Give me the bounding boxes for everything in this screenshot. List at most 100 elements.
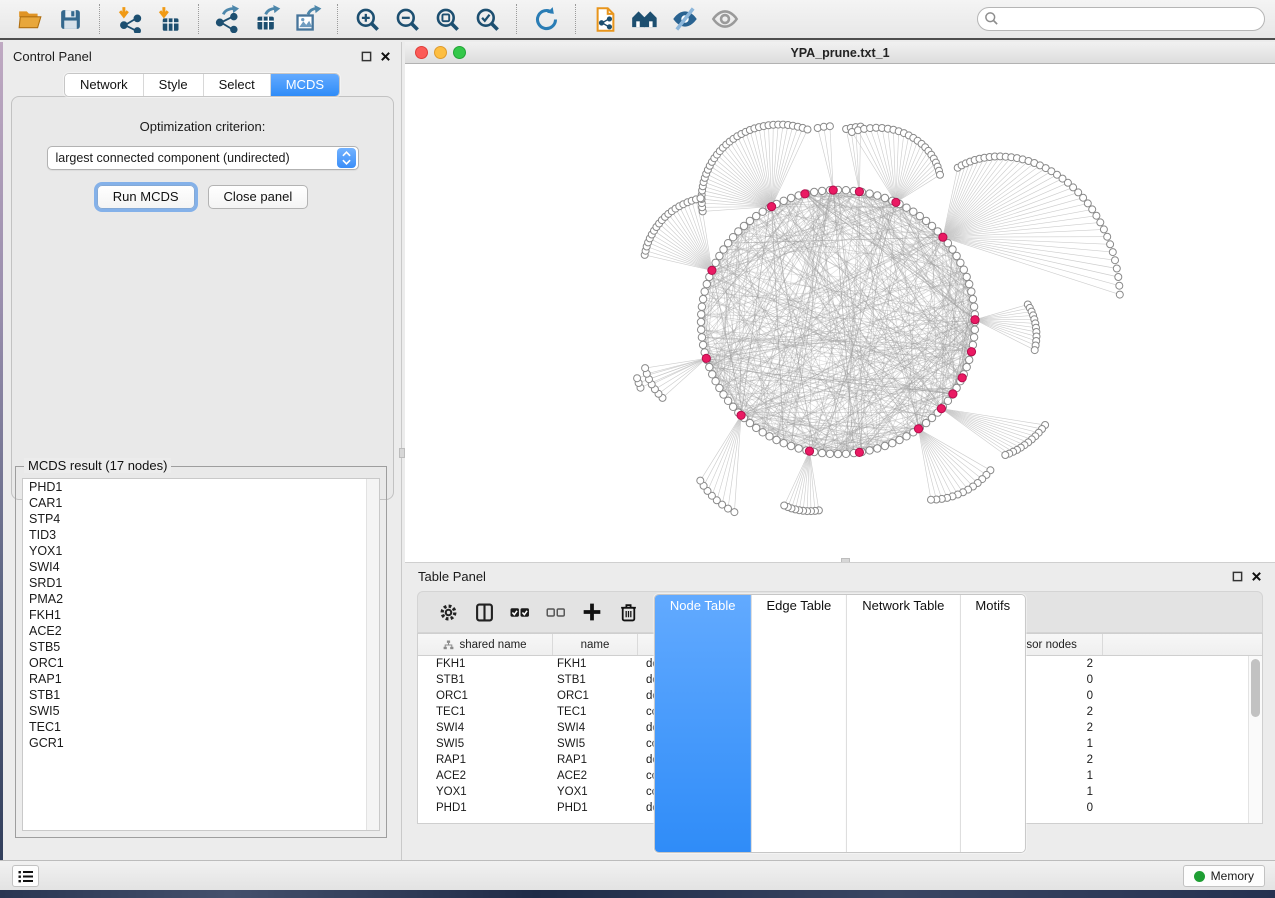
import-network-button[interactable] <box>109 2 149 36</box>
mcds-result-item[interactable]: PMA2 <box>23 591 379 607</box>
mcds-result-item[interactable]: CAR1 <box>23 495 379 511</box>
mcds-result-item[interactable]: TEC1 <box>23 719 379 735</box>
mcds-result-item[interactable]: SWI5 <box>23 703 379 719</box>
close-traffic-light[interactable] <box>415 46 428 59</box>
show-selection-button[interactable] <box>705 2 745 36</box>
hide-selection-button[interactable] <box>665 2 705 36</box>
network-document-icon <box>592 6 619 33</box>
mcds-result-item[interactable]: ORC1 <box>23 655 379 671</box>
mcds-result-item[interactable]: PHD1 <box>23 479 379 495</box>
network-canvas[interactable] <box>405 64 1275 562</box>
houses-icon <box>631 5 659 33</box>
unchecked-boxes-icon <box>545 603 567 622</box>
main-toolbar <box>0 0 1275 40</box>
mcds-result-list[interactable]: PHD1CAR1STP4TID3YOX1SWI4SRD1PMA2FKH1ACE2… <box>22 478 380 831</box>
task-history-button[interactable] <box>12 865 39 887</box>
mcds-result-item[interactable]: STP4 <box>23 511 379 527</box>
import-table-button[interactable] <box>149 2 189 36</box>
table-panel-tabs: Node TableEdge TableNetwork TableMotifs <box>654 594 1026 853</box>
column-header-label: shared name <box>459 639 526 651</box>
toolbar-separator <box>198 4 199 34</box>
mcds-result-item[interactable]: YOX1 <box>23 543 379 559</box>
cell-name: YOX1 <box>553 786 638 798</box>
table-tab-edge-table[interactable]: Edge Table <box>751 595 847 852</box>
delete-row-button[interactable] <box>610 597 646 627</box>
export-network-icon <box>214 5 242 33</box>
zoom-selected-button[interactable] <box>467 2 507 36</box>
table-tab-node-table[interactable]: Node Table <box>655 595 752 852</box>
cell-name: STB1 <box>553 674 638 686</box>
column-header-shared-name[interactable]: shared name <box>418 634 553 655</box>
export-network-button[interactable] <box>208 2 248 36</box>
table-settings-button[interactable] <box>430 597 466 627</box>
refresh-view-button[interactable] <box>526 2 566 36</box>
toolbar-separator <box>99 4 100 34</box>
memory-status-icon <box>1194 871 1205 882</box>
open-session-button[interactable] <box>10 2 50 36</box>
column-header-name[interactable]: name <box>553 634 638 655</box>
status-bar: Memory <box>0 860 1275 890</box>
mcds-result-item[interactable]: ACE2 <box>23 623 379 639</box>
table-tab-motifs[interactable]: Motifs <box>960 595 1025 852</box>
cell-name: ACE2 <box>553 770 638 782</box>
run-mcds-button[interactable]: Run MCDS <box>97 185 195 209</box>
search-input[interactable] <box>977 7 1265 31</box>
fit-content-icon <box>434 6 461 33</box>
mcds-tab-content: Optimization criterion: largest connecte… <box>11 96 394 500</box>
zoom-out-icon <box>394 6 421 33</box>
cell-shared-name: RAP1 <box>418 754 553 766</box>
new-network-from-selection-button[interactable] <box>585 2 625 36</box>
cell-shared-name: ACE2 <box>418 770 553 782</box>
mcds-result-item[interactable]: SRD1 <box>23 575 379 591</box>
zoom-out-button[interactable] <box>387 2 427 36</box>
mcds-result-item[interactable]: STB1 <box>23 687 379 703</box>
mcds-result-item[interactable]: STB5 <box>23 639 379 655</box>
tab-mcds[interactable]: MCDS <box>271 74 339 96</box>
tab-network[interactable]: Network <box>65 74 144 96</box>
column-header-label: name <box>581 639 610 651</box>
table-scrollbar[interactable] <box>1248 656 1262 823</box>
tab-style[interactable]: Style <box>144 74 204 96</box>
export-table-button[interactable] <box>248 2 288 36</box>
table-tab-network-table[interactable]: Network Table <box>847 595 960 852</box>
search-box <box>977 7 1265 31</box>
control-panel-title: Control Panel <box>13 49 92 64</box>
column-type-icon <box>443 640 454 650</box>
mcds-result-item[interactable]: SWI4 <box>23 559 379 575</box>
close-panel-button[interactable]: Close panel <box>208 185 309 209</box>
select-all-button[interactable] <box>502 597 538 627</box>
criterion-select[interactable]: largest connected component (undirected) <box>47 146 359 170</box>
network-view-window: YPA_prune.txt_1 <box>405 42 1275 562</box>
tab-select[interactable]: Select <box>204 74 271 96</box>
unselect-all-button[interactable] <box>538 597 574 627</box>
fit-content-button[interactable] <box>427 2 467 36</box>
mcds-result-item[interactable]: GCR1 <box>23 735 379 751</box>
cell-shared-name: STB1 <box>418 674 553 686</box>
memory-label: Memory <box>1211 869 1254 883</box>
cell-shared-name: FKH1 <box>418 658 553 670</box>
mcds-list-scrollbar[interactable] <box>366 479 379 830</box>
cell-shared-name: ORC1 <box>418 690 553 702</box>
show-column-button[interactable] <box>466 597 502 627</box>
export-image-button[interactable] <box>288 2 328 36</box>
cell-name: PHD1 <box>553 802 638 814</box>
network-window-titlebar[interactable]: YPA_prune.txt_1 <box>405 42 1275 64</box>
add-row-button[interactable] <box>574 597 610 627</box>
mcds-result-item[interactable]: RAP1 <box>23 671 379 687</box>
show-all-nodes-button[interactable] <box>625 2 665 36</box>
float-icon[interactable] <box>361 51 372 62</box>
zoom-in-button[interactable] <box>347 2 387 36</box>
close-icon[interactable] <box>1251 571 1262 582</box>
zoom-traffic-light[interactable] <box>453 46 466 59</box>
mcds-result-item[interactable]: TID3 <box>23 527 379 543</box>
mcds-result-groupbox: MCDS result (17 nodes) PHD1CAR1STP4TID3Y… <box>15 466 387 838</box>
trash-icon <box>619 602 638 622</box>
table-scrollbar-thumb[interactable] <box>1251 659 1260 717</box>
minimize-traffic-light[interactable] <box>434 46 447 59</box>
save-session-button[interactable] <box>50 2 90 36</box>
memory-button[interactable]: Memory <box>1183 865 1265 887</box>
cell-shared-name: YOX1 <box>418 786 553 798</box>
mcds-result-item[interactable]: FKH1 <box>23 607 379 623</box>
float-icon[interactable] <box>1232 571 1243 582</box>
close-icon[interactable] <box>380 51 391 62</box>
